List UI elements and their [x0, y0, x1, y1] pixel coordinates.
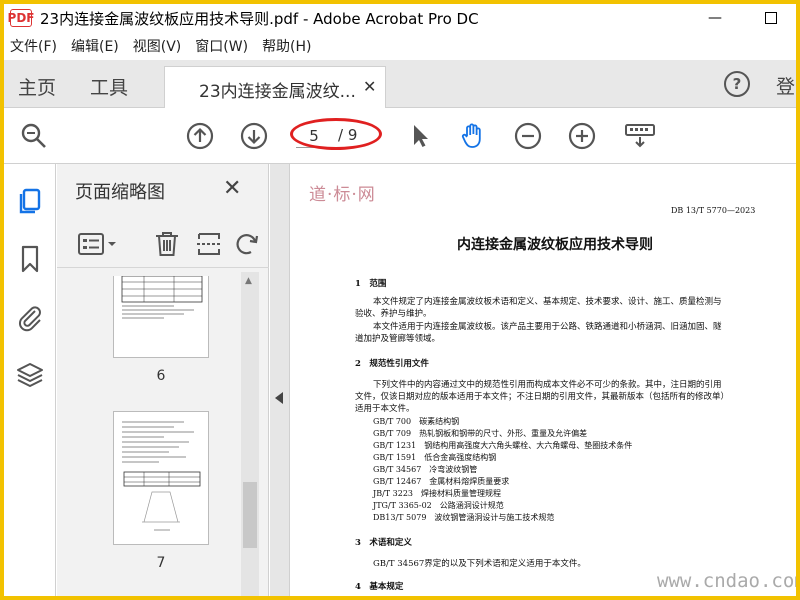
section-1-paragraph: 道加护及管廊等领域。: [355, 334, 441, 344]
help-icon[interactable]: ?: [724, 71, 750, 97]
section-3-paragraph: GB/T 34567界定的以及下列术语和定义适用于本文件。: [373, 559, 586, 569]
thumbnail-scrollbar[interactable]: ▲: [241, 272, 259, 596]
window-title: 23内连接金属波纹板应用技术导则.pdf - Adobe Acrobat Pro…: [40, 9, 479, 28]
attachment-icon[interactable]: [15, 302, 45, 332]
left-navigation-rail: [4, 164, 56, 596]
layers-icon[interactable]: [15, 360, 45, 390]
rotate-page-icon[interactable]: [233, 230, 261, 258]
menu-file[interactable]: 文件(F): [10, 36, 57, 56]
maximize-icon: [765, 12, 777, 24]
tab-bar: 主页 工具 23内连接金属波纹... ✕ ? 登: [4, 60, 796, 109]
sign-in-button[interactable]: 登: [776, 72, 795, 99]
section-1-paragraph: 验收、养护与维护。: [355, 309, 432, 319]
thumbnail-options-icon[interactable]: [77, 230, 121, 258]
document-tab[interactable]: 23内连接金属波纹... ✕: [164, 66, 386, 109]
thumbnail-page-7[interactable]: [113, 411, 209, 545]
reference-item: GB/T 700 碳素结构钢: [373, 417, 460, 426]
toolbar: 5 / 9: [4, 108, 796, 164]
delete-page-icon[interactable]: [153, 230, 181, 258]
tab-home[interactable]: 主页: [18, 73, 56, 100]
scrollbar-thumb[interactable]: [243, 482, 257, 548]
collapse-arrow-icon: [275, 392, 283, 404]
reference-item: GB/T 1591 低合金高强度结构钢: [373, 453, 497, 462]
section-4-heading: 4 基本规定: [355, 582, 404, 592]
reference-item: JB/T 3223 焊接材料质量管理规程: [373, 489, 502, 498]
reference-item: GB/T 34567 冷弯波纹钢管: [373, 465, 478, 474]
extract-pages-icon[interactable]: [195, 230, 223, 258]
watermark-top-left: 道·标·网: [309, 185, 376, 205]
menu-bar: 文件(F) 编辑(E) 视图(V) 窗口(W) 帮助(H): [4, 34, 796, 58]
reference-item: GB/T 12467 金属材料熔焊质量要求: [373, 477, 510, 486]
previous-page-icon[interactable]: [186, 122, 214, 150]
maximize-button[interactable]: [748, 4, 794, 32]
panel-title: 页面缩略图: [75, 182, 165, 203]
close-tab-icon[interactable]: ✕: [363, 77, 376, 96]
reference-item: JTG/T 3365-02 公路涵洞设计规范: [373, 501, 504, 510]
thumbnail-page-6[interactable]: [113, 276, 209, 358]
panel-toolbar: [57, 222, 269, 268]
close-panel-icon[interactable]: ✕: [223, 176, 241, 201]
zoom-in-icon[interactable]: [568, 122, 596, 150]
keyboard-tools-icon[interactable]: [624, 122, 656, 150]
reference-item: GB/T 1231 钢结构用高强度大六角头螺栓、大六角螺母、垫圈技术条件: [373, 441, 633, 450]
menu-help[interactable]: 帮助(H): [262, 36, 311, 56]
red-annotation-oval: [290, 118, 382, 150]
section-2-paragraph: 下列文件中的内容通过文中的规范性引用而构成本文件必不可少的条款。其中，注日期的引…: [373, 380, 722, 390]
panel-collapse-handle[interactable]: [270, 164, 290, 596]
thumbnail-label-6: 6: [156, 368, 166, 384]
section-1-paragraph: 本文件规定了内连接金属波纹板术语和定义、基本规定、技术要求、设计、施工、质量检测…: [373, 297, 722, 307]
document-page: 道·标·网 DB 13/T 5770—2023 内连接金属波纹板应用技术导则 1…: [291, 164, 796, 596]
select-cursor-icon[interactable]: [406, 122, 434, 150]
section-2-paragraph: 文件，仅该日期对应的版本适用于本文件；不注日期的引用文件，其最新版本（包括所有的…: [355, 392, 730, 402]
menu-view[interactable]: 视图(V): [133, 36, 182, 56]
page-thumbnails-icon[interactable]: [15, 186, 45, 216]
section-2-paragraph: 适用于本文件。: [355, 404, 415, 414]
menu-edit[interactable]: 编辑(E): [71, 36, 119, 56]
menu-window[interactable]: 窗口(W): [195, 36, 248, 56]
page-thumbnails-panel: 页面缩略图 ✕ 6 7 ▲: [57, 164, 269, 596]
tab-tools[interactable]: 工具: [90, 73, 128, 100]
document-title: 内连接金属波纹板应用技术导则: [457, 237, 653, 253]
next-page-icon[interactable]: [240, 122, 268, 150]
thumbnail-label-7: 7: [156, 555, 166, 571]
zoom-search-icon[interactable]: [20, 122, 48, 150]
thumbnail-preview: [121, 276, 203, 319]
thumbnail-preview: [122, 421, 201, 531]
scroll-up-arrow-icon[interactable]: ▲: [245, 276, 252, 286]
hand-tool-icon[interactable]: [458, 122, 486, 150]
section-1-heading: 1 范围: [355, 279, 387, 289]
section-2-heading: 2 规范性引用文件: [355, 359, 429, 369]
watermark-bottom-right: www.cndao.com: [657, 570, 796, 592]
section-3-heading: 3 术语和定义: [355, 538, 412, 548]
bookmark-icon[interactable]: [15, 244, 45, 274]
section-1-paragraph: 本文件适用于内连接金属波纹板。该产品主要用于公路、铁路通道和小桥涵洞、旧涵加固、…: [373, 322, 722, 332]
title-bar: PDF 23内连接金属波纹板应用技术导则.pdf - Adobe Acrobat…: [4, 4, 796, 32]
zoom-out-icon[interactable]: [514, 122, 542, 150]
acrobat-logo-icon: PDF: [7, 9, 35, 27]
minimize-button[interactable]: —: [692, 4, 738, 32]
document-standard-code: DB 13/T 5770—2023: [671, 206, 756, 215]
document-tab-label: 23内连接金属波纹...: [199, 82, 356, 102]
reference-item: GB/T 709 热轧钢板和钢带的尺寸、外形、重量及允许偏差: [373, 429, 588, 438]
acrobat-window: PDF 23内连接金属波纹板应用技术导则.pdf - Adobe Acrobat…: [4, 4, 796, 596]
reference-item: DB13/T 5079 波纹钢管涵洞设计与施工技术规范: [373, 513, 555, 522]
